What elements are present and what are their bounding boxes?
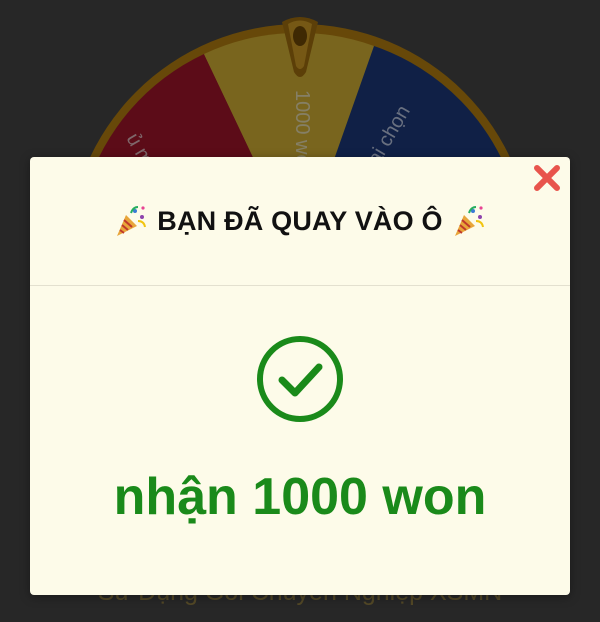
modal-title: BẠN ĐÃ QUAY VÀO Ô (157, 205, 443, 236)
modal-title-row: BẠN ĐÃ QUAY VÀO Ô (113, 203, 486, 239)
result-modal: BẠN ĐÃ QUAY VÀO Ô nhận 1000 won (30, 157, 570, 595)
check-circle-icon (257, 336, 343, 422)
party-popper-icon (454, 206, 484, 236)
close-x-icon[interactable] (530, 161, 564, 195)
party-popper-icon (117, 206, 147, 236)
spin-wheel-page: 1000 won lại chọn ủ mu Sử Dụng Gói Chuyê… (0, 0, 600, 622)
modal-body: nhận 1000 won (30, 286, 570, 527)
result-text: nhận 1000 won (113, 468, 487, 526)
close-button[interactable] (530, 161, 564, 195)
modal-header: BẠN ĐÃ QUAY VÀO Ô (30, 157, 570, 286)
